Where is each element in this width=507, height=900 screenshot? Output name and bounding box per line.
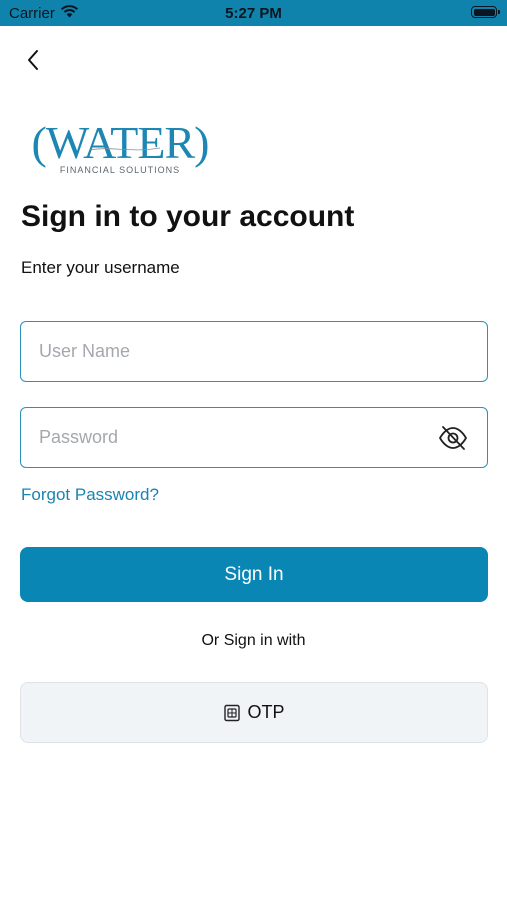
- status-time: 5:27 PM: [225, 5, 282, 22]
- page-subtitle: Enter your username: [21, 258, 180, 277]
- back-button[interactable]: [18, 46, 48, 78]
- otp-label: OTP: [247, 702, 285, 722]
- sign-in-button[interactable]: Sign In: [20, 547, 488, 602]
- username-field[interactable]: [20, 321, 488, 382]
- otp-sign-in-button[interactable]: OTP: [20, 682, 488, 743]
- logo-wordmark: (WATER): [31, 117, 210, 168]
- status-bar: Carrier 5:27 PM: [0, 0, 507, 26]
- forgot-password-link[interactable]: Forgot Password?: [21, 485, 159, 505]
- chevron-left-icon: [26, 49, 40, 76]
- company-logo: (WATER) FINANCIAL SOLUTIONS: [20, 116, 220, 178]
- battery-icon: [471, 6, 500, 18]
- eye-off-icon[interactable]: [438, 424, 468, 452]
- sim-card-icon: [223, 704, 241, 722]
- logo-tagline: FINANCIAL SOLUTIONS: [59, 165, 181, 175]
- username-input[interactable]: [39, 322, 439, 381]
- password-input[interactable]: [39, 408, 439, 467]
- logo-flourish-icon: [90, 147, 160, 151]
- password-field[interactable]: [20, 407, 488, 468]
- or-sign-in-with-label: Or Sign in with: [201, 632, 306, 649]
- page-title: Sign in to your account: [21, 200, 355, 233]
